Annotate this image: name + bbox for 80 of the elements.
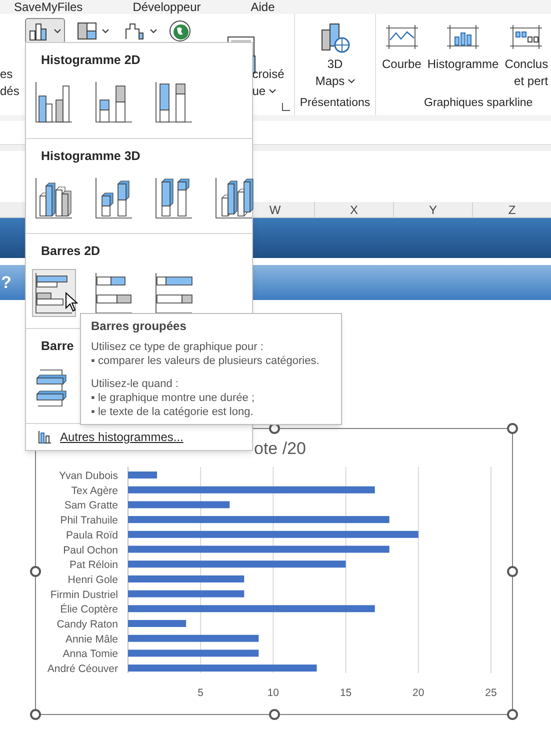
caret-icon xyxy=(102,28,109,34)
category-label: Anna Tomie xyxy=(62,648,118,660)
category-label: Henri Gole xyxy=(68,574,118,586)
category-label: Candy Raton xyxy=(56,618,118,630)
category-label: Phil Trahuile xyxy=(60,514,118,527)
category-label: Annie Mâle xyxy=(65,633,118,646)
axis-tick-label: 20 xyxy=(412,687,424,699)
dialog-launcher-icon[interactable] xyxy=(282,103,290,111)
cursor-icon xyxy=(65,292,78,312)
resize-handle[interactable] xyxy=(507,709,518,720)
resize-handle[interactable] xyxy=(507,566,518,577)
ribbon-label[interactable]: Maps xyxy=(315,73,345,90)
chart-type-icon xyxy=(154,176,194,220)
chart-type-icon xyxy=(94,80,134,124)
caret-icon xyxy=(54,28,61,34)
line-sparkline-icon xyxy=(384,24,420,50)
chart-type-icon xyxy=(34,176,74,220)
group-label: Graphiques sparkline xyxy=(424,96,534,111)
ribbon-tab[interactable]: Aide xyxy=(250,1,275,14)
category-label: André Céouver xyxy=(47,663,118,676)
ribbon-label[interactable]: Conclus xyxy=(504,56,548,73)
tooltip-text: Utilisez-le quand : xyxy=(91,377,180,391)
tooltip-text: Utilisez ce type de graphique pour : xyxy=(91,340,264,354)
chart-type-icon xyxy=(154,80,194,124)
category-label: Paula Roïd xyxy=(66,529,118,542)
ribbon-label[interactable]: et pert xyxy=(514,73,548,90)
category-label: Tex Agère xyxy=(71,484,118,497)
resize-handle[interactable] xyxy=(507,423,518,434)
chart-dropdown-button[interactable] xyxy=(24,18,65,44)
column-header[interactable]: Y xyxy=(393,202,472,217)
banner-text: ? xyxy=(1,272,12,294)
category-label: Yvan Dubois xyxy=(59,470,118,482)
menu-item[interactable]: Autres histogrammes... xyxy=(60,428,184,446)
column-chart-icon xyxy=(38,430,52,444)
chart-type-icon xyxy=(94,176,134,220)
ribbon-label: ue xyxy=(252,83,266,100)
treemap-icon xyxy=(76,21,97,41)
ribbon-label[interactable]: Courbe xyxy=(382,56,422,73)
bar xyxy=(128,620,186,627)
category-label: Firmin Dustriel xyxy=(50,588,118,601)
section-heading: Barre xyxy=(41,338,74,355)
ribbon-label: croisé xyxy=(252,66,284,83)
resize-handle[interactable] xyxy=(30,709,41,720)
resize-handle[interactable] xyxy=(269,709,280,720)
tooltip-title: Barres groupées xyxy=(91,319,188,334)
axis-tick-label: 15 xyxy=(340,687,352,699)
caret-icon xyxy=(150,28,157,34)
category-label: Pat Réloin xyxy=(70,559,118,572)
win-loss-sparkline-icon xyxy=(508,24,544,50)
resize-handle[interactable] xyxy=(30,566,41,577)
category-label: Élie Coptère xyxy=(60,604,118,616)
section-heading: Histogramme 3D xyxy=(41,148,140,165)
caret-icon xyxy=(348,79,355,84)
tooltip-text: ▪ comparer les valeurs de plusieurs catégories. xyxy=(91,354,320,368)
caret-icon xyxy=(268,89,276,94)
column-header[interactable]: X xyxy=(314,202,393,217)
axis-tick-label: 5 xyxy=(198,687,204,699)
ribbon-tab[interactable]: Développeur xyxy=(132,1,201,14)
section-heading: Histogramme 2D xyxy=(41,52,140,69)
waterfall-chart-icon xyxy=(124,21,145,41)
axis-tick-label: 10 xyxy=(267,687,280,699)
ribbon-tab[interactable]: SaveMyFiles xyxy=(14,1,83,14)
group-label: Présentations xyxy=(300,96,370,111)
ribbon-label: dés xyxy=(0,83,20,100)
bar xyxy=(128,472,158,478)
section-heading: Barres 2D xyxy=(41,243,100,260)
axis-tick-label: 25 xyxy=(485,687,497,699)
chart-title: ote /20 xyxy=(254,439,306,458)
chart-type-option[interactable] xyxy=(32,268,76,317)
category-label: Paul Ochon xyxy=(63,544,118,556)
ribbon-label[interactable]: 3D xyxy=(327,56,343,73)
ribbon-label[interactable]: Histogramme xyxy=(427,56,499,73)
category-label: Sam Gratte xyxy=(64,500,118,512)
tooltip-text: ▪ le texte de la catégorie est long. xyxy=(91,405,254,419)
tooltip-text: ▪ le graphique montre une durée ; xyxy=(91,391,256,405)
ribbon-label: es xyxy=(0,66,14,83)
chart-type-icon xyxy=(34,80,74,124)
column-header[interactable]: Z xyxy=(472,202,551,217)
column-sparkline-icon xyxy=(445,24,482,50)
chart-type-icon xyxy=(34,270,74,315)
